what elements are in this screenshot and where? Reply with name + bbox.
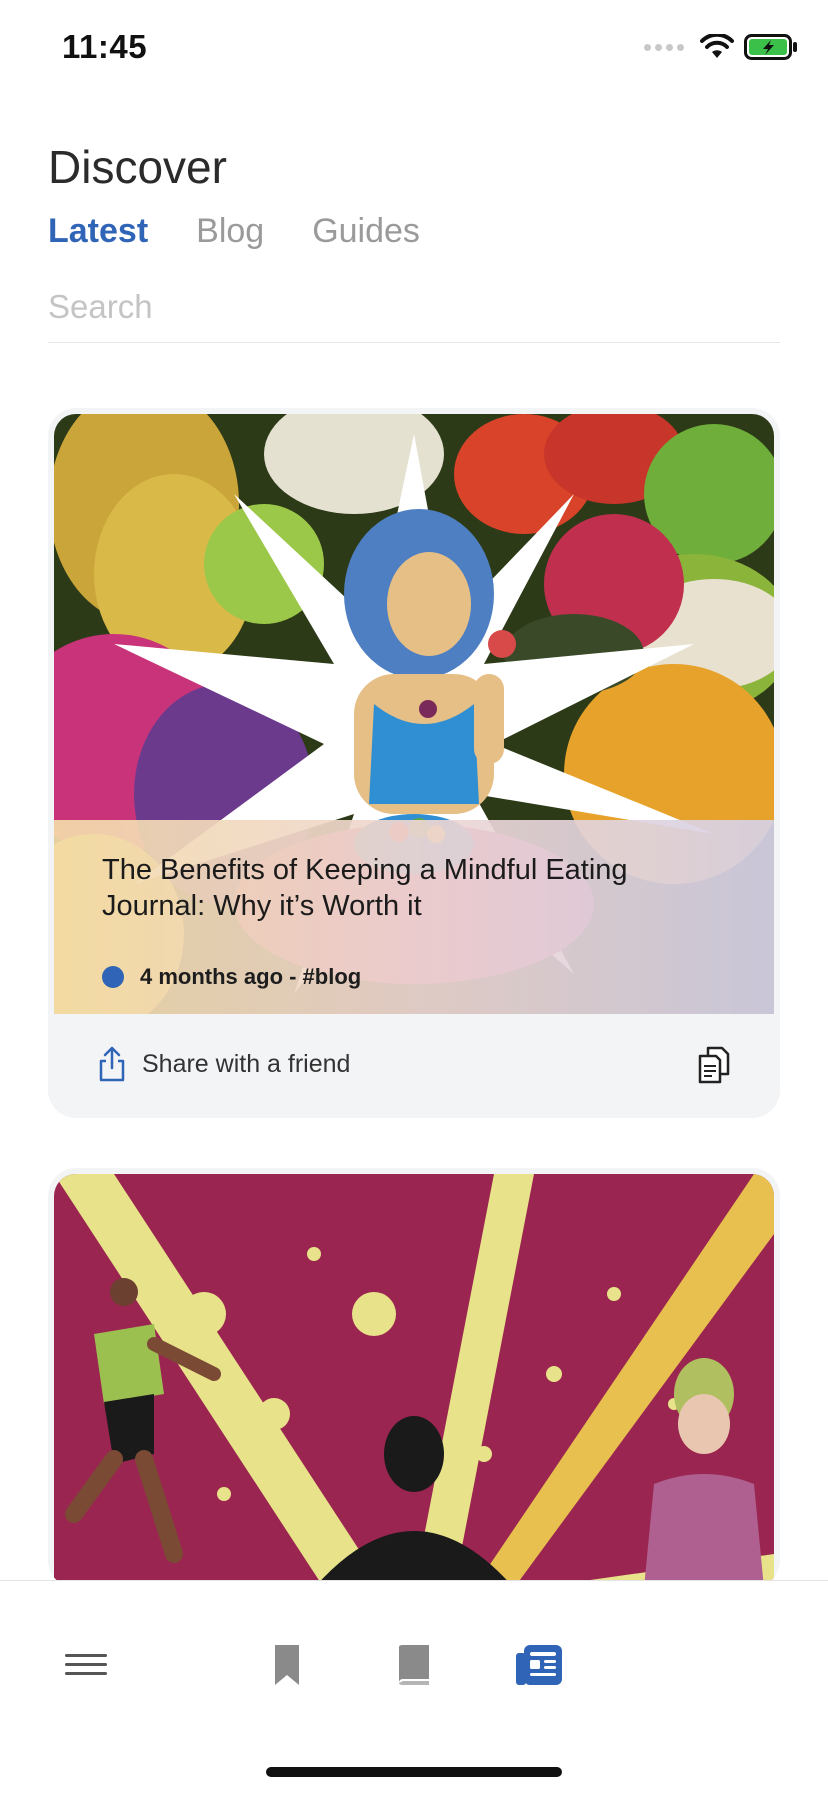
share-row: Share with a friend xyxy=(48,1014,780,1118)
tab-bar: Latest Blog Guides xyxy=(48,212,420,251)
menu-icon xyxy=(65,1654,107,1675)
article-meta: 4 months ago - #blog xyxy=(102,964,361,990)
tab-blog[interactable]: Blog xyxy=(196,212,264,251)
card-image[interactable]: The Benefits of Keeping a Mindful Eating… xyxy=(54,414,774,1014)
book-icon xyxy=(399,1645,429,1685)
card-image[interactable] xyxy=(54,1174,774,1588)
article-card[interactable]: The Benefits of Keeping a Mindful Eating… xyxy=(48,408,780,1118)
author-dot xyxy=(102,966,124,988)
share-button[interactable]: Share with a friend xyxy=(98,1046,350,1082)
share-label: Share with a friend xyxy=(142,1049,351,1078)
status-icons xyxy=(644,34,798,60)
bottom-nav xyxy=(0,1580,828,1793)
nav-menu[interactable] xyxy=(56,1635,116,1695)
article-card[interactable] xyxy=(48,1168,780,1588)
share-icon xyxy=(99,1046,125,1082)
copy-button[interactable] xyxy=(698,1046,730,1089)
tab-latest[interactable]: Latest xyxy=(48,212,148,251)
bookmark-icon xyxy=(275,1645,299,1685)
nav-discover[interactable] xyxy=(509,1635,569,1695)
copy-icon xyxy=(698,1046,730,1084)
nav-bookmarks[interactable] xyxy=(257,1635,317,1695)
card-caption: The Benefits of Keeping a Mindful Eating… xyxy=(54,820,774,1014)
article-title[interactable]: The Benefits of Keeping a Mindful Eating… xyxy=(102,852,662,924)
tab-guides[interactable]: Guides xyxy=(312,212,420,251)
home-indicator[interactable] xyxy=(266,1767,562,1777)
running-people-illustration xyxy=(54,1174,774,1588)
page-title: Discover xyxy=(48,141,227,193)
status-time: 11:45 xyxy=(62,28,148,65)
battery-icon xyxy=(744,34,797,60)
article-meta-text: 4 months ago - #blog xyxy=(140,964,362,989)
wifi-icon xyxy=(700,34,734,58)
nav-library[interactable] xyxy=(383,1635,443,1695)
news-icon xyxy=(516,1645,562,1685)
signal-icon xyxy=(644,43,684,51)
search-input[interactable] xyxy=(48,272,780,343)
status-bar: 11:45 xyxy=(0,0,828,100)
